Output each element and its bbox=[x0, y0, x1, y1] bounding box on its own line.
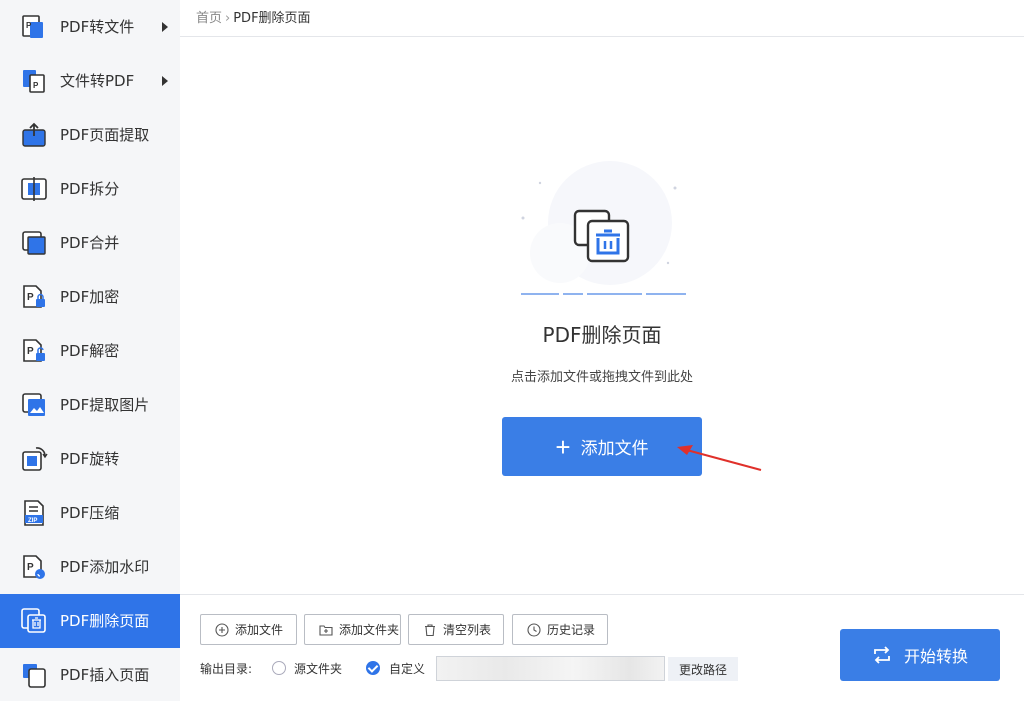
sidebar-item-file-to-pdf[interactable]: P 文件转PDF bbox=[0, 54, 180, 108]
change-path-button[interactable]: 更改路径 bbox=[668, 657, 738, 681]
sidebar-item-image-extract[interactable]: PDF提取图片 bbox=[0, 378, 180, 432]
sidebar-item-page-extract[interactable]: PDF页面提取 bbox=[0, 108, 180, 162]
folder-add-icon bbox=[319, 624, 333, 636]
sidebar-item-insert-page[interactable]: PDF插入页面 bbox=[0, 648, 180, 701]
trash-icon bbox=[425, 623, 435, 636]
sidebar-item-pdf-to-file[interactable]: P PDF转文件 bbox=[0, 0, 180, 54]
svg-text:P: P bbox=[33, 81, 39, 90]
sidebar-item-label: PDF转文件 bbox=[60, 18, 135, 36]
add-file-button-label: 添加文件 bbox=[580, 439, 649, 458]
file-to-pdf-icon: P bbox=[23, 70, 45, 93]
delete-page-icon bbox=[21, 608, 46, 633]
toolbar-clear-list-button[interactable]: 清空列表 bbox=[408, 614, 504, 645]
rotate-icon bbox=[22, 447, 48, 471]
sidebar-item-rotate[interactable]: PDF旋转 bbox=[0, 432, 180, 486]
image-extract-icon bbox=[22, 393, 45, 416]
svg-text:P: P bbox=[27, 562, 34, 573]
sidebar-item-split[interactable]: PDF拆分 bbox=[0, 162, 180, 216]
sidebar-item-label: PDF拆分 bbox=[60, 180, 120, 198]
bottom-toolbar: 添加文件 添加文件夹 清空列表 历史记录 输出目录: 源文件夹 自定义 更改路径… bbox=[180, 594, 1024, 701]
output-path-input[interactable] bbox=[436, 656, 665, 681]
breadcrumb: 首页 › PDF删除页面 bbox=[180, 0, 1024, 37]
pdf-to-file-icon: P bbox=[22, 15, 43, 38]
toolbar-add-file-button[interactable]: 添加文件 bbox=[200, 614, 297, 645]
encrypt-icon: P bbox=[23, 285, 45, 308]
decrypt-icon: P bbox=[23, 339, 45, 362]
submenu-arrow-icon bbox=[162, 22, 168, 32]
merge-icon bbox=[22, 231, 46, 255]
sidebar-item-label: PDF加密 bbox=[60, 288, 120, 306]
breadcrumb-home-link[interactable]: 首页 bbox=[196, 11, 222, 26]
sidebar-item-label: PDF解密 bbox=[60, 342, 120, 360]
sidebar-item-label: PDF旋转 bbox=[60, 450, 120, 468]
svg-text:P: P bbox=[27, 292, 34, 303]
sidebar-item-compress[interactable]: ZIP PDF压缩 bbox=[0, 486, 180, 540]
svg-text:P: P bbox=[26, 21, 32, 30]
add-file-button[interactable]: + 添加文件 bbox=[502, 417, 702, 476]
radio-custom[interactable] bbox=[366, 661, 380, 675]
plus-icon: + bbox=[555, 431, 571, 462]
split-icon bbox=[21, 177, 47, 201]
breadcrumb-current: PDF删除页面 bbox=[233, 11, 311, 26]
convert-cycle-icon bbox=[874, 646, 890, 664]
add-circle-icon bbox=[215, 622, 229, 637]
toolbar-add-folder-button[interactable]: 添加文件夹 bbox=[304, 614, 401, 645]
toolbar-add-file-label: 添加文件 bbox=[235, 623, 284, 637]
radio-custom-label: 自定义 bbox=[389, 662, 426, 676]
toolbar-add-folder-label: 添加文件夹 bbox=[339, 623, 400, 637]
page-extract-icon bbox=[22, 122, 46, 147]
zip-icon: ZIP bbox=[24, 500, 44, 526]
file-drop-zone[interactable]: PDF删除页面 点击添加文件或拖拽文件到此处 + 添加文件 bbox=[180, 38, 1024, 594]
sidebar-item-decrypt[interactable]: P PDF解密 bbox=[0, 324, 180, 378]
sidebar-item-label: PDF提取图片 bbox=[60, 396, 150, 414]
sidebar-item-label: PDF删除页面 bbox=[60, 612, 150, 630]
start-convert-button[interactable]: 开始转换 bbox=[840, 629, 1000, 681]
sidebar-item-label: PDF页面提取 bbox=[60, 126, 150, 144]
page-title: PDF删除页面 bbox=[542, 323, 662, 347]
sidebar-item-label: 文件转PDF bbox=[60, 72, 135, 90]
toolbar-history-button[interactable]: 历史记录 bbox=[512, 614, 608, 645]
sidebar-item-label: PDF合并 bbox=[60, 234, 120, 252]
sidebar-item-merge[interactable]: PDF合并 bbox=[0, 216, 180, 270]
sidebar-item-delete-page[interactable]: PDF删除页面 bbox=[0, 594, 180, 648]
breadcrumb-separator: › bbox=[225, 11, 231, 26]
watermark-icon: P bbox=[23, 555, 45, 579]
svg-text:P: P bbox=[27, 346, 34, 357]
sidebar-item-encrypt[interactable]: P PDF加密 bbox=[0, 270, 180, 324]
submenu-arrow-icon bbox=[162, 76, 168, 86]
toolbar-history-label: 历史记录 bbox=[547, 623, 596, 637]
sidebar-item-label: PDF添加水印 bbox=[60, 558, 150, 576]
clock-icon bbox=[527, 622, 541, 637]
start-convert-label: 开始转换 bbox=[903, 649, 968, 666]
delete-page-illustration-icon bbox=[521, 161, 686, 295]
svg-text:ZIP: ZIP bbox=[28, 518, 37, 524]
output-directory-label: 输出目录: bbox=[200, 662, 253, 676]
toolbar-clear-list-label: 清空列表 bbox=[443, 623, 492, 637]
drop-hint-text: 点击添加文件或拖拽文件到此处 bbox=[510, 370, 693, 385]
sidebar-item-label: PDF压缩 bbox=[60, 504, 120, 522]
radio-source-folder-label: 源文件夹 bbox=[294, 662, 343, 676]
pointer-arrow-icon bbox=[677, 445, 762, 471]
sidebar: P PDF转文件 P 文件转PDF PDF页面提取 PDF拆分 PDF合并 P … bbox=[0, 0, 180, 701]
sidebar-item-watermark[interactable]: P PDF添加水印 bbox=[0, 540, 180, 594]
insert-page-icon bbox=[23, 664, 46, 688]
radio-source-folder[interactable] bbox=[272, 661, 286, 675]
sidebar-item-label: PDF插入页面 bbox=[60, 666, 150, 684]
